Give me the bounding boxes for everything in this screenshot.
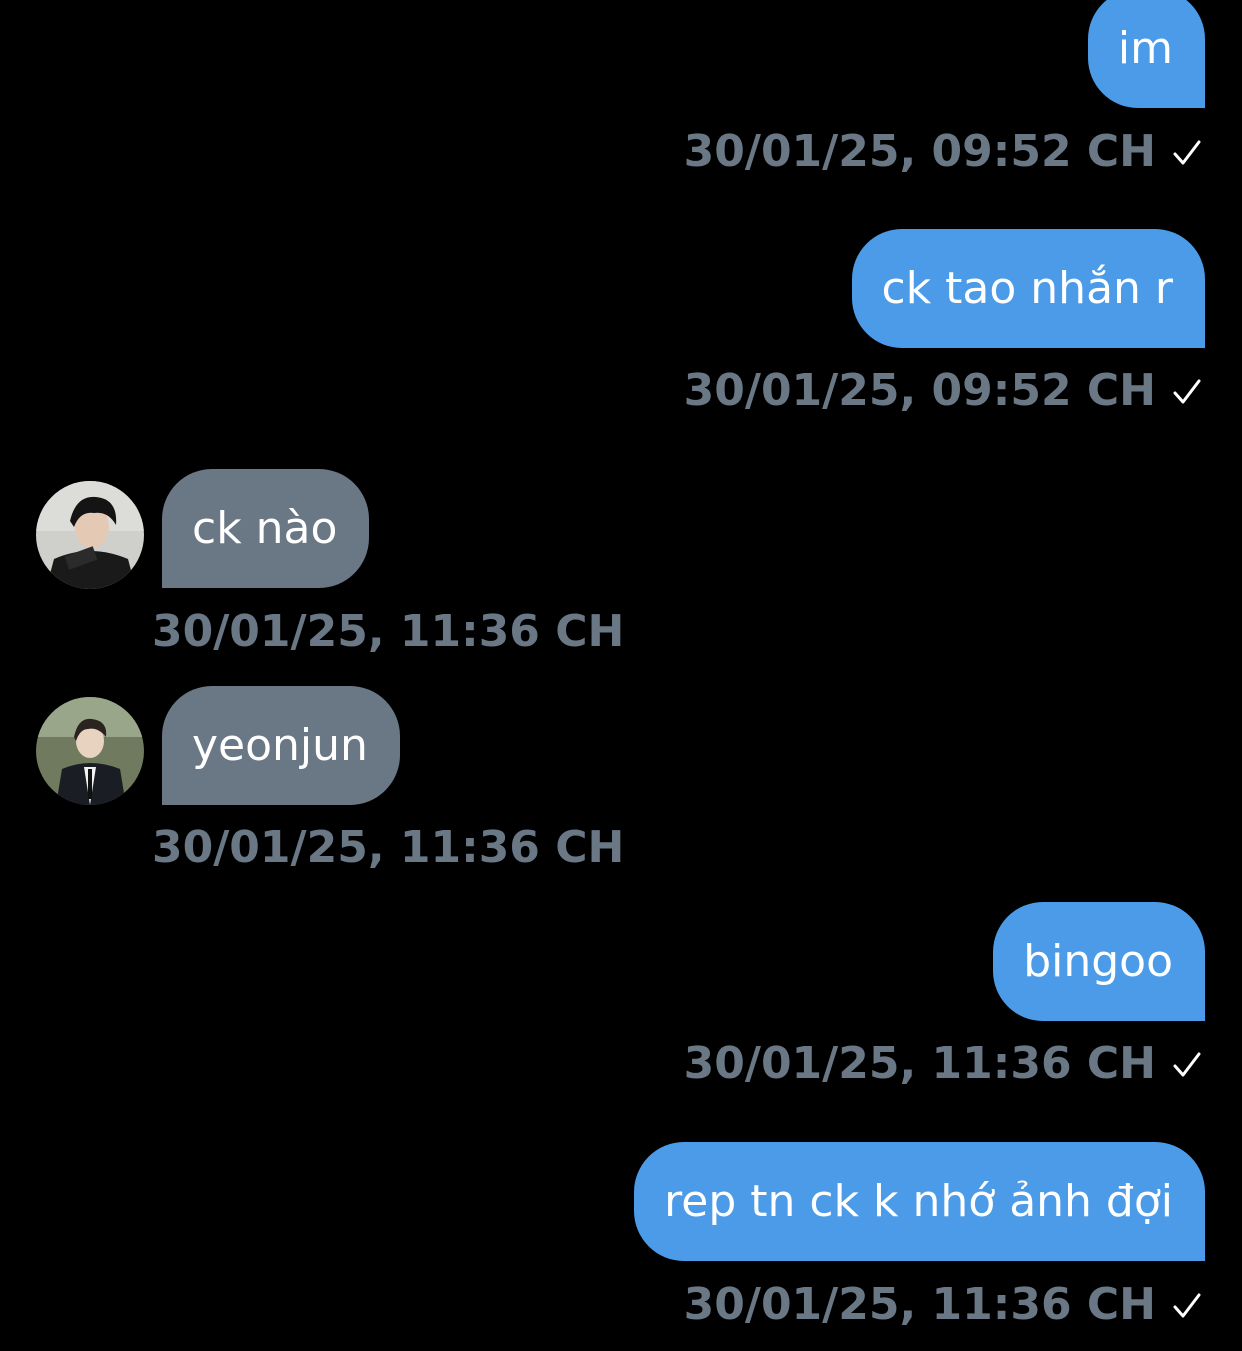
message-text: ck tao nhắn r xyxy=(881,263,1173,314)
user-avatar[interactable] xyxy=(36,481,144,589)
message-timestamp: 30/01/25, 11:36 CH xyxy=(152,818,624,878)
message-text: yeonjun xyxy=(192,720,368,771)
timestamp-text: 30/01/25, 11:36 CH xyxy=(152,606,625,657)
check-icon xyxy=(1173,140,1201,165)
incoming-message-bubble[interactable]: yeonjun xyxy=(162,686,400,805)
timestamp-text: 30/01/25, 11:36 CH xyxy=(152,822,625,873)
message-timestamp: 30/01/25, 11:36 CH xyxy=(684,1034,1202,1094)
check-icon xyxy=(1173,1293,1201,1318)
user-avatar[interactable] xyxy=(36,697,144,805)
check-icon xyxy=(1173,379,1201,404)
message-text: im xyxy=(1117,23,1173,74)
outgoing-message-bubble[interactable]: rep tn ck k nhớ ảnh đợi xyxy=(634,1142,1205,1261)
outgoing-message-bubble[interactable]: bingoo xyxy=(993,902,1205,1021)
message-text: rep tn ck k nhớ ảnh đợi xyxy=(664,1176,1173,1227)
timestamp-text: 30/01/25, 09:52 CH xyxy=(683,365,1156,416)
incoming-message-bubble[interactable]: ck nào xyxy=(162,469,370,588)
check-icon xyxy=(1173,1052,1201,1077)
timestamp-text: 30/01/25, 11:36 CH xyxy=(683,1279,1156,1330)
timestamp-text: 30/01/25, 09:52 CH xyxy=(683,126,1156,177)
message-timestamp: 30/01/25, 09:52 CH xyxy=(684,361,1202,421)
message-text: ck nào xyxy=(192,503,338,554)
message-timestamp: 30/01/25, 11:36 CH xyxy=(152,602,624,662)
outgoing-message-bubble[interactable]: im xyxy=(1087,0,1205,108)
message-timestamp: 30/01/25, 11:36 CH xyxy=(684,1275,1202,1335)
message-text: bingoo xyxy=(1023,936,1173,987)
outgoing-message-bubble[interactable]: ck tao nhắn r xyxy=(851,229,1205,348)
timestamp-text: 30/01/25, 11:36 CH xyxy=(683,1038,1156,1089)
message-timestamp: 30/01/25, 09:52 CH xyxy=(684,122,1202,182)
